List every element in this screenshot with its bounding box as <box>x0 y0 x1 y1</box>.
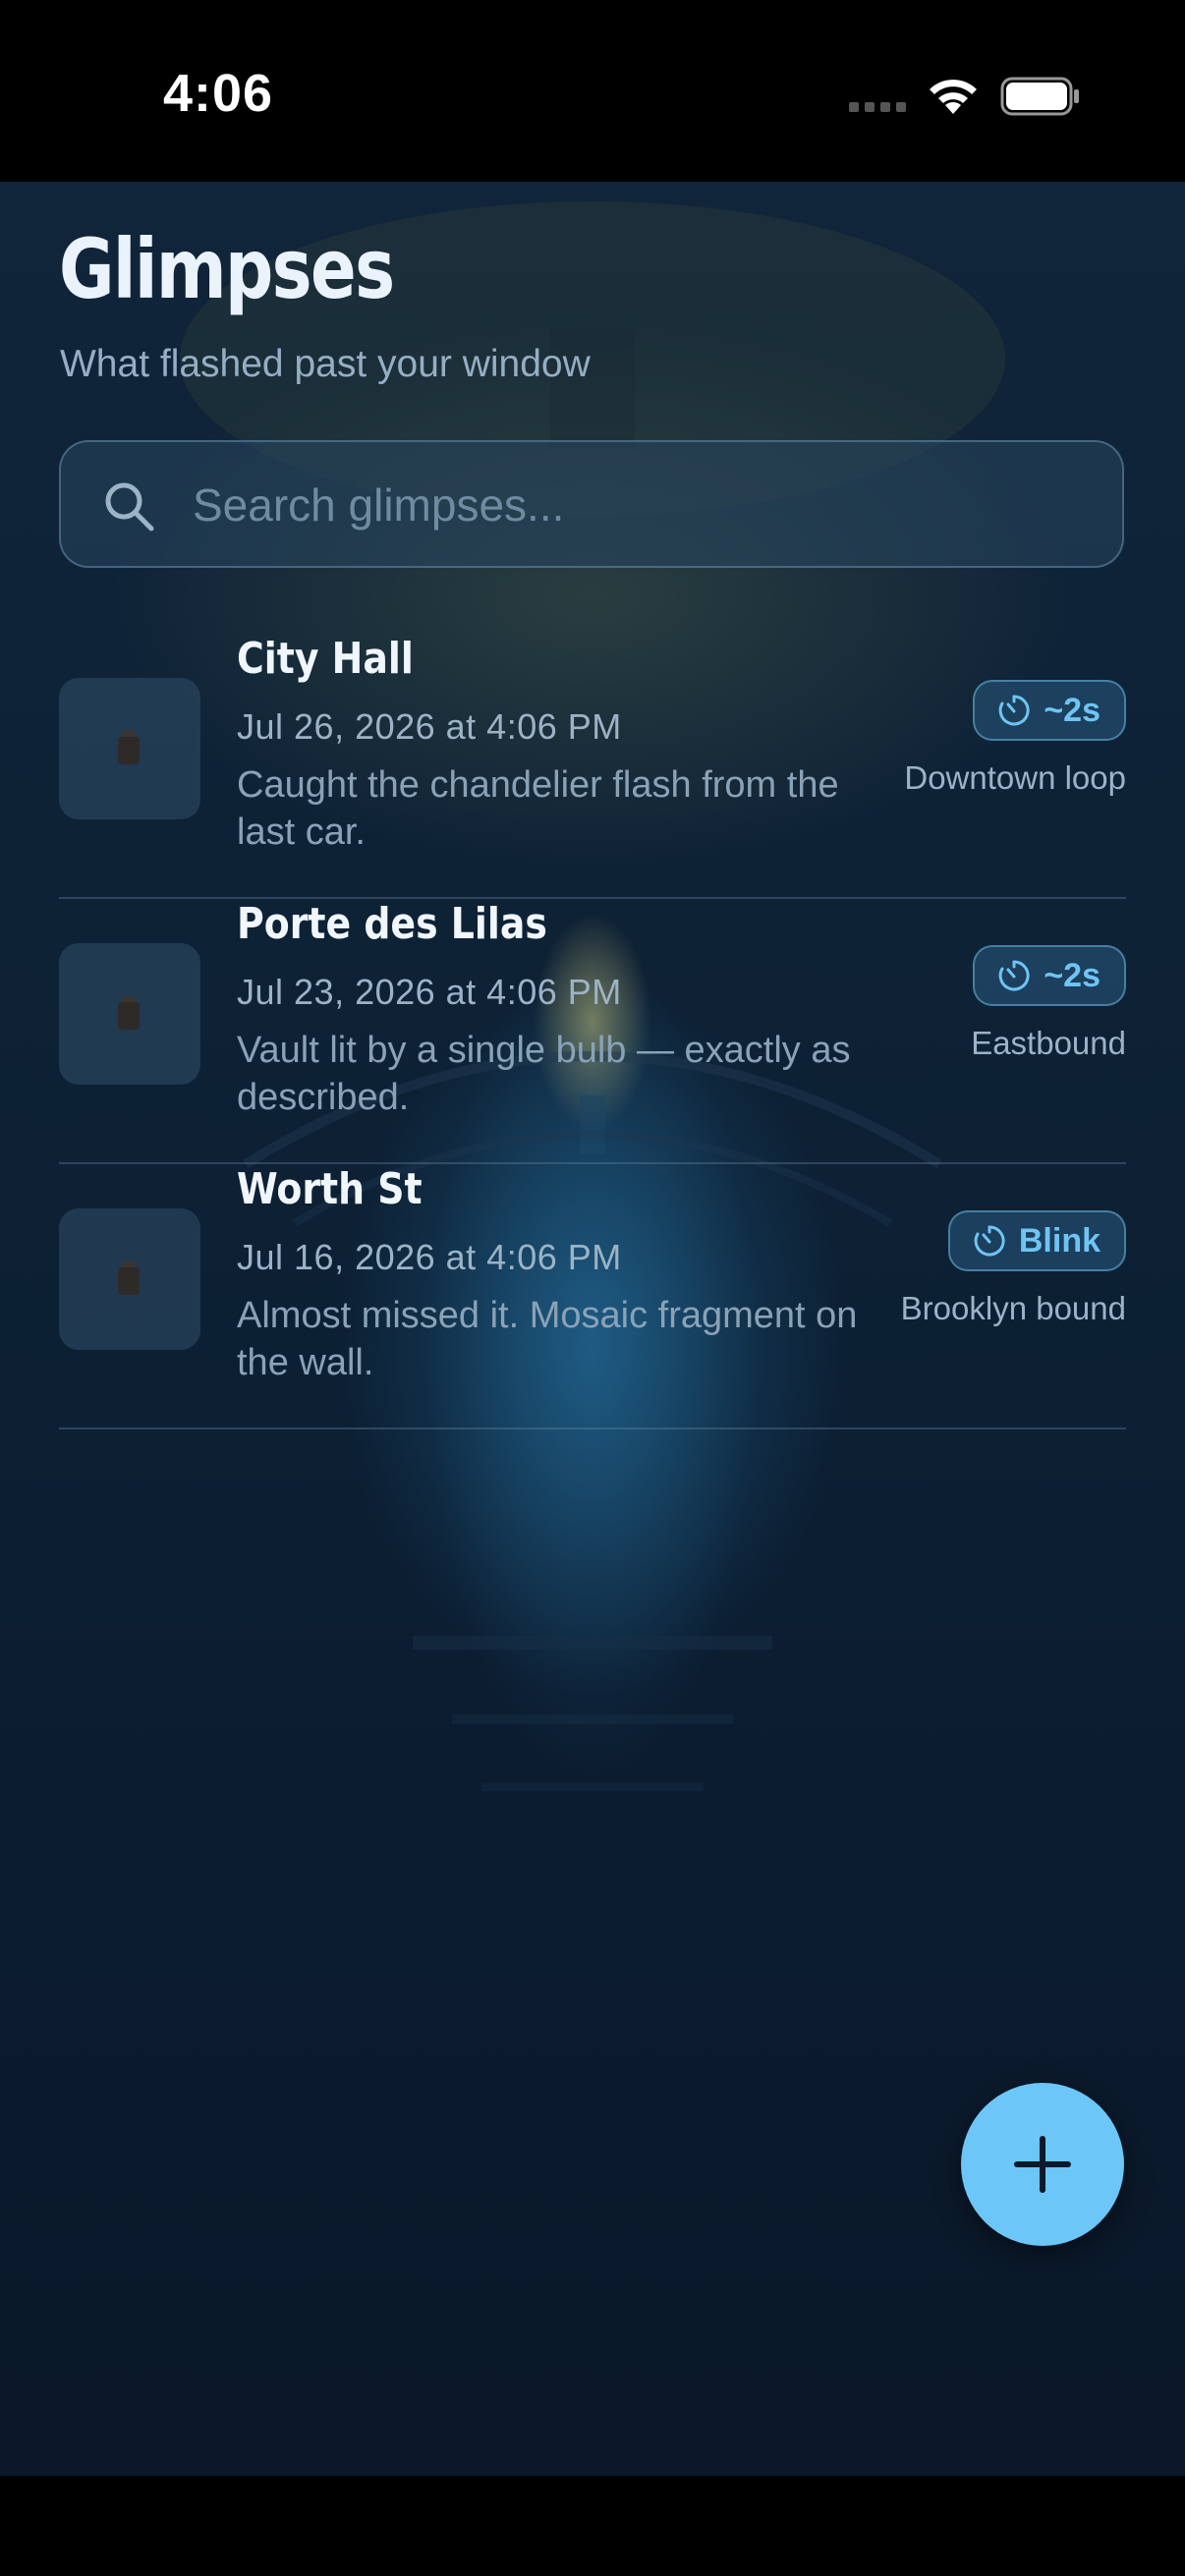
timer-icon <box>998 695 1030 726</box>
timer-icon <box>998 960 1030 991</box>
timer-icon <box>974 1225 1005 1257</box>
glimpse-row-porte-des-lilas[interactable]: Porte des Lilas Jul 23, 2026 at 4:06 PM … <box>59 899 1126 1164</box>
duration-badge: Blink <box>947 1210 1126 1271</box>
search-icon <box>105 482 154 532</box>
glimpse-date: Jul 16, 2026 at 4:06 PM <box>237 1237 622 1277</box>
glimpse-row-worth-st[interactable]: Worth St Jul 16, 2026 at 4:06 PM Almost … <box>59 1164 1126 1429</box>
duration-badge: ~2s <box>973 680 1126 741</box>
duration-label: Blink <box>1018 1221 1100 1260</box>
glimpse-title: City Hall <box>237 634 414 684</box>
glimpse-date: Jul 23, 2026 at 4:06 PM <box>237 972 622 1012</box>
lantern-icon <box>118 996 140 1030</box>
glimpse-thumbnail <box>59 1208 200 1350</box>
glimpse-row-city-hall[interactable]: City Hall Jul 26, 2026 at 4:06 PM Caught… <box>59 634 1126 899</box>
phone-screen: 4:06 Glimpses What flashed past your win… <box>0 0 1185 2576</box>
glimpse-note: Almost missed it. Mosaic fragment on the… <box>237 1295 858 1383</box>
glimpse-title: Porte des Lilas <box>237 899 547 949</box>
glimpse-note: Vault lit by a single bulb — exactly as … <box>237 1030 851 1118</box>
battery-icon <box>1000 77 1079 116</box>
glimpse-thumbnail <box>59 943 200 1085</box>
glimpse-note: Caught the chandelier flash from the las… <box>237 764 839 853</box>
home-indicator-area <box>0 2476 1185 2576</box>
duration-badge: ~2s <box>973 945 1126 1006</box>
lantern-icon <box>118 731 140 764</box>
glimpse-line: Eastbound <box>971 1025 1126 1061</box>
glimpse-line: Brooklyn bound <box>900 1290 1126 1326</box>
glimpses-list: City Hall Jul 26, 2026 at 4:06 PM Caught… <box>59 634 1126 1429</box>
glimpses-screen: Glimpses What flashed past your window C… <box>0 182 1185 2476</box>
search-bar[interactable] <box>59 440 1124 568</box>
plus-icon <box>1014 2136 1071 2193</box>
lantern-icon <box>118 1261 140 1295</box>
duration-label: ~2s <box>1044 956 1100 994</box>
glimpse-thumbnail <box>59 678 200 819</box>
status-time: 4:06 <box>163 64 274 123</box>
wifi-icon <box>930 80 977 114</box>
status-bar: 4:06 <box>0 0 1185 182</box>
duration-label: ~2s <box>1044 691 1100 729</box>
search-input[interactable] <box>191 442 1099 568</box>
glimpse-line: Downtown loop <box>904 759 1126 796</box>
glimpse-title: Worth St <box>237 1164 423 1214</box>
page-title: Glimpses <box>59 221 395 317</box>
add-glimpse-button[interactable] <box>961 2083 1124 2246</box>
cellular-dots-icon <box>849 102 906 112</box>
page-subtitle: What flashed past your window <box>60 343 591 385</box>
glimpse-date: Jul 26, 2026 at 4:06 PM <box>237 706 622 747</box>
